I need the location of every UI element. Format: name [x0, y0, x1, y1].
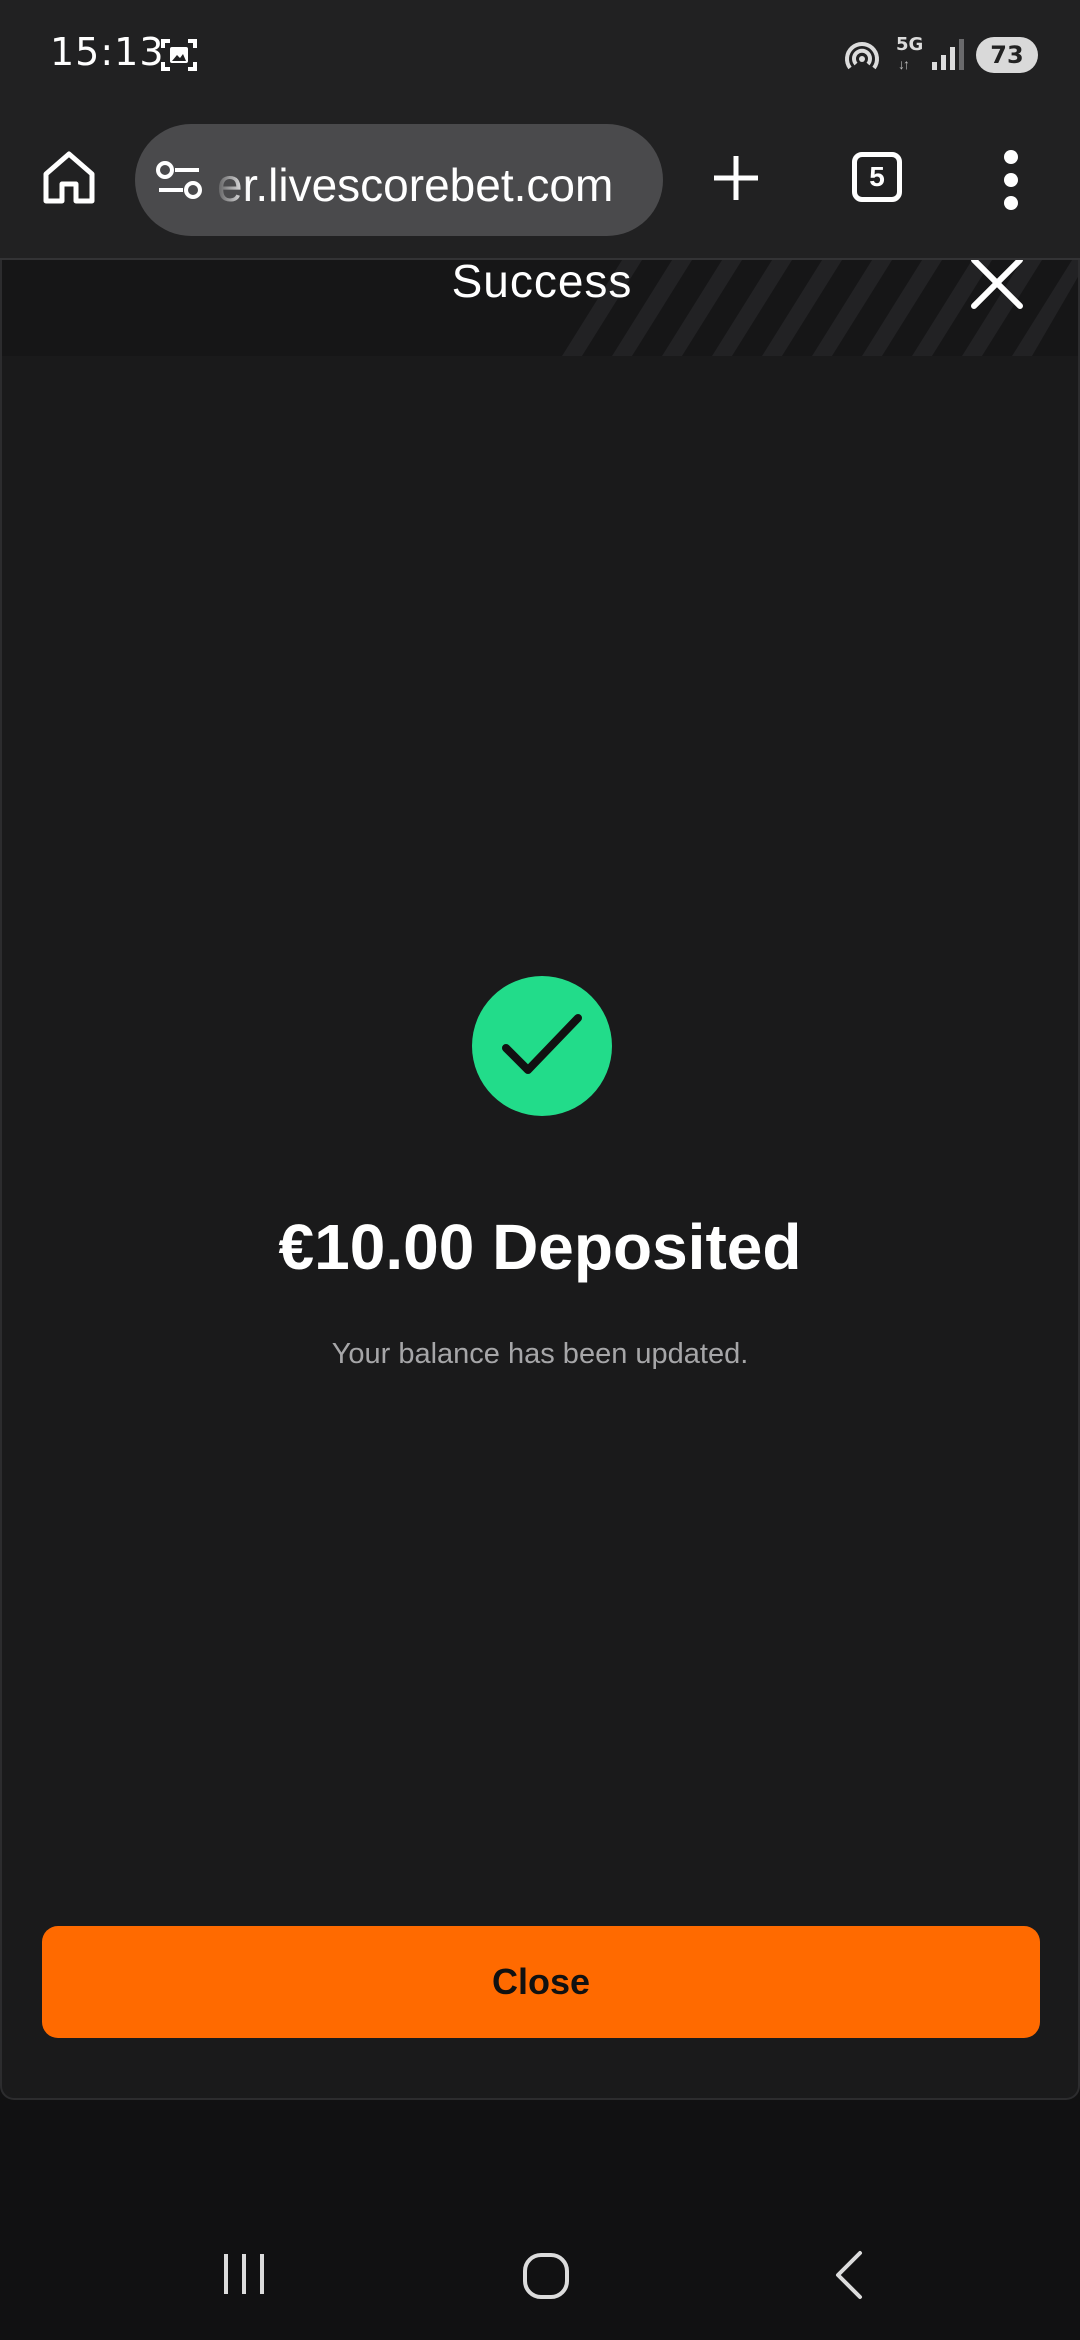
data-activity-icon: ↓↑: [898, 56, 910, 72]
system-nav-bar: [0, 2180, 1080, 2340]
plus-icon[interactable]: [710, 152, 762, 204]
url-fade: [213, 144, 249, 216]
modal-header: Success: [2, 260, 1078, 356]
screenshot-icon: [161, 39, 197, 71]
tabs-icon[interactable]: 5: [852, 152, 902, 202]
checkmark-icon: [502, 1014, 582, 1074]
home-circle-icon[interactable]: [522, 2252, 570, 2300]
more-vert-icon[interactable]: [1000, 150, 1024, 210]
site-settings-icon[interactable]: [155, 160, 203, 200]
close-button[interactable]: Close: [42, 1926, 1040, 2038]
modal-title: Success: [451, 260, 633, 307]
close-icon[interactable]: [968, 260, 1028, 310]
deposit-amount-title: €10.00 Deposited: [278, 1211, 802, 1283]
home-icon[interactable]: [38, 146, 100, 208]
status-time: 15:13: [50, 30, 165, 74]
url-text[interactable]: er.livescorebet.com: [217, 158, 647, 212]
battery-icon: 73: [976, 37, 1038, 73]
network-type: 5G: [896, 34, 924, 55]
back-icon[interactable]: [832, 2250, 864, 2300]
balance-updated-text: Your balance has been updated.: [331, 1338, 749, 1370]
address-bar[interactable]: er.livescorebet.com: [135, 124, 663, 236]
deposit-success-modal: Success €10.00 Deposited Your balance ha…: [0, 260, 1080, 2100]
signal-icon: [932, 39, 964, 70]
hotspot-icon: [845, 42, 879, 70]
status-bar: 15:13 5G ↓↑ 73: [0, 0, 1080, 112]
browser-toolbar: er.livescorebet.com 5: [0, 112, 1080, 260]
recents-icon[interactable]: [220, 2252, 268, 2296]
success-check-badge: [472, 976, 612, 1116]
